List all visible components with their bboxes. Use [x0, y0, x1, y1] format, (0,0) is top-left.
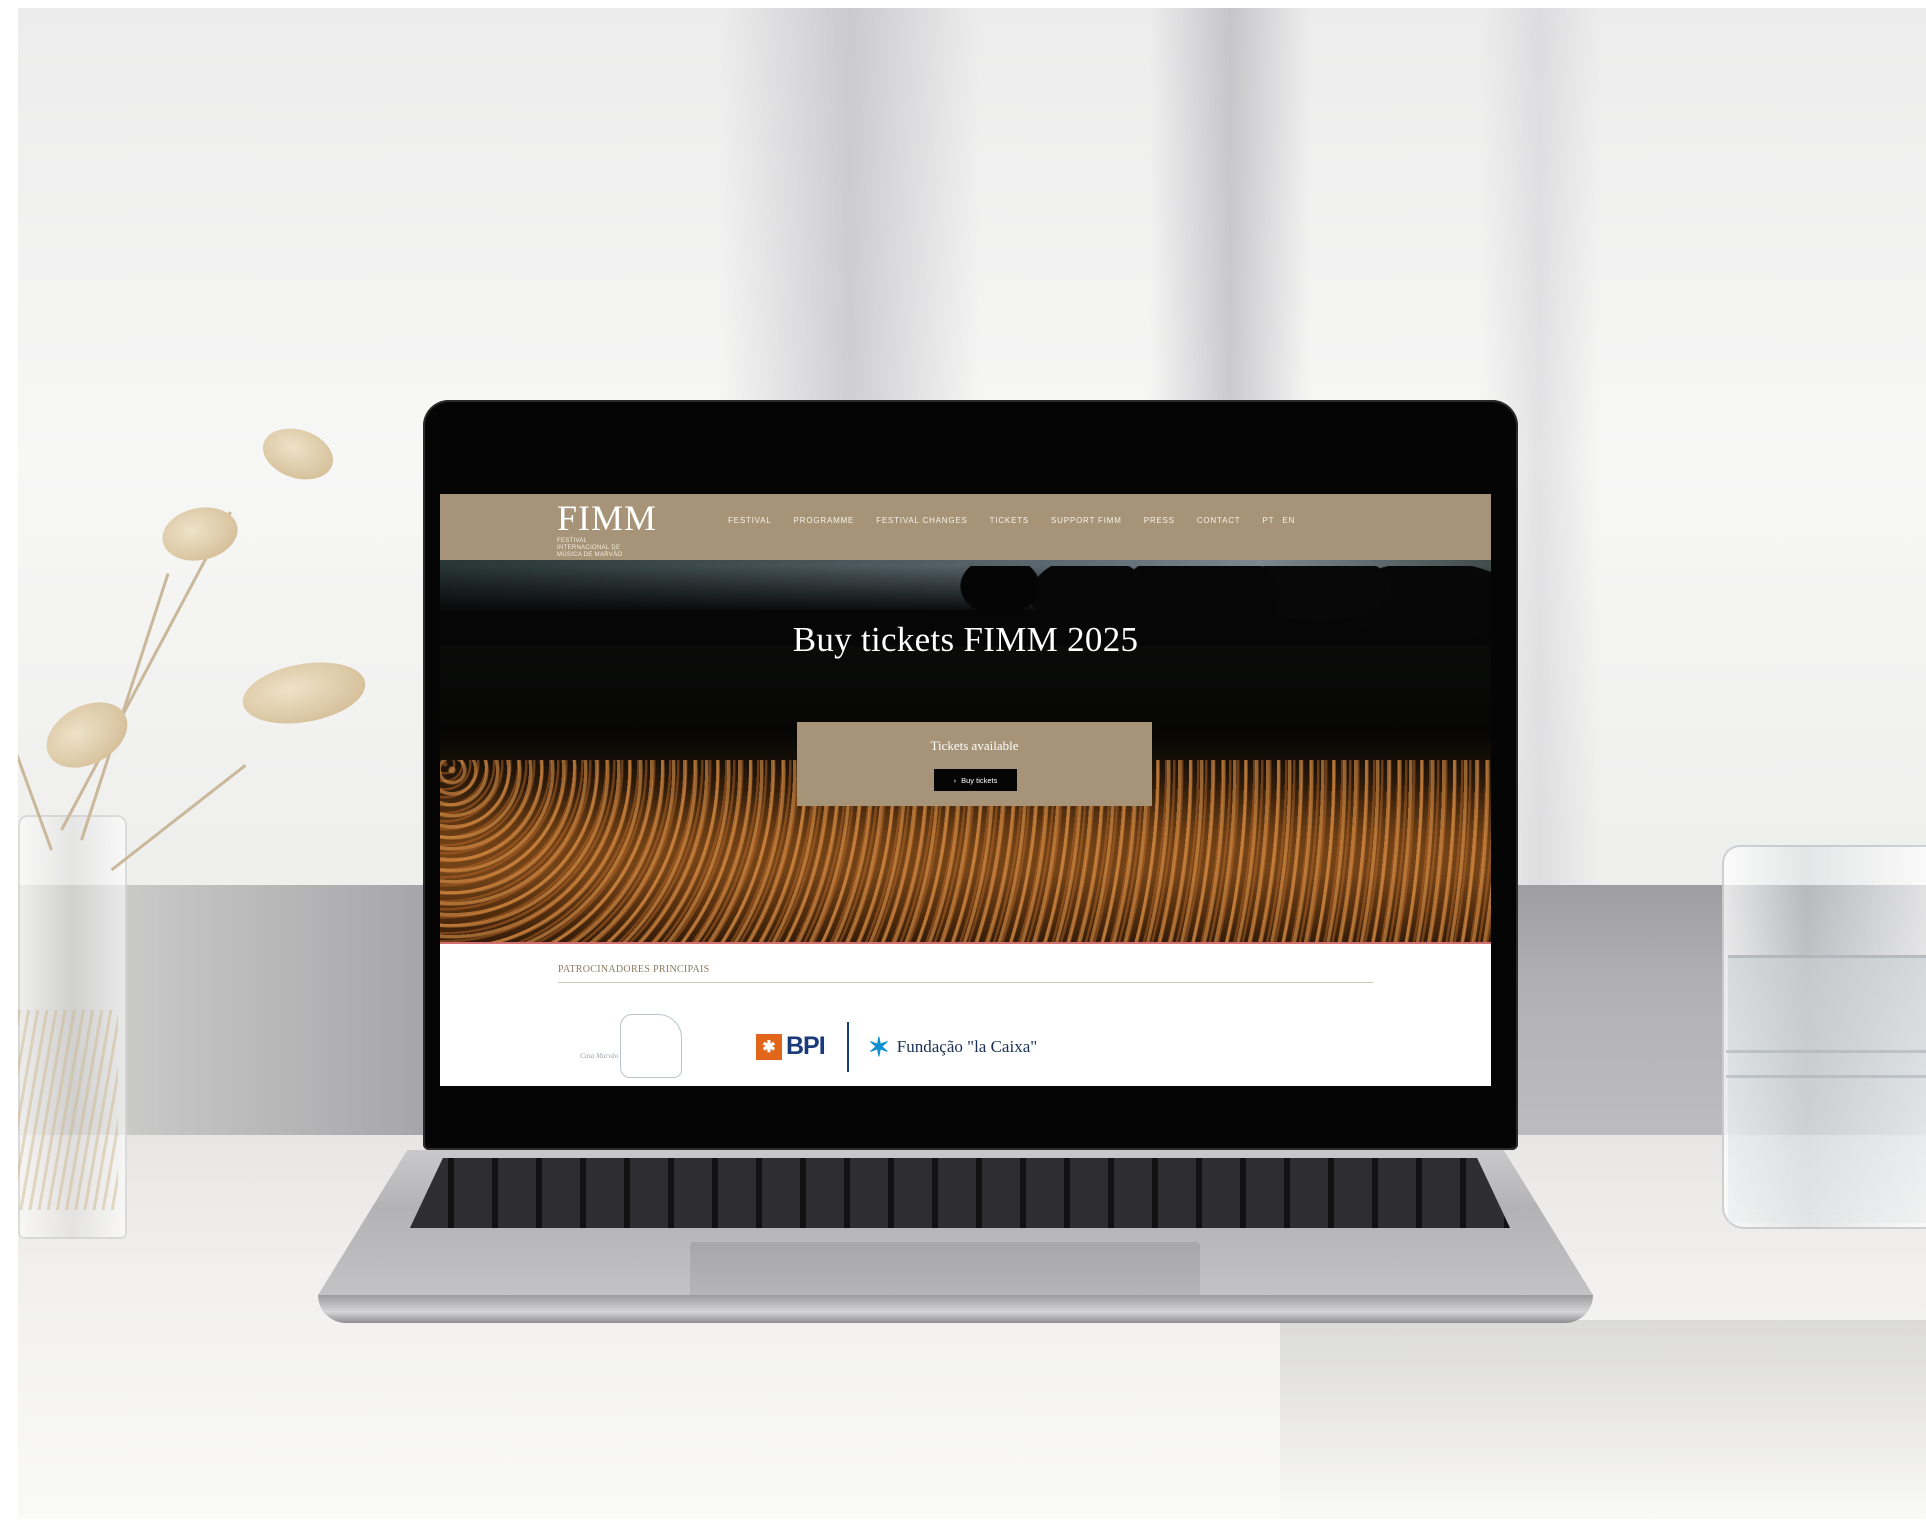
laptop-screen: FIMM FESTIVAL INTERNACIONAL DE MÚSICA DE… [440, 494, 1491, 1086]
buy-tickets-button[interactable]: › Buy tickets [934, 769, 1017, 791]
chevron-right-icon: › [953, 775, 957, 785]
nav-item-press[interactable]: PRESS [1144, 516, 1175, 525]
photo-border [0, 0, 18, 1529]
sponsor-logo-casa[interactable]: Casa Marvão [580, 1014, 710, 1082]
sponsors-divider [558, 982, 1373, 983]
bunny-tail-flower [157, 500, 243, 568]
la-caixa-wordmark: Fundação "la Caixa" [896, 1037, 1038, 1056]
buy-tickets-label: Buy tickets [961, 775, 998, 785]
hero-banner: Buy tickets FIMM 2025 Tickets available … [440, 560, 1491, 942]
flower-stem [110, 764, 247, 872]
bunny-tail-flower [237, 653, 371, 733]
desk-shadow [1280, 1320, 1926, 1520]
sponsor-logo-la-caixa[interactable]: ✶ Fundação "la Caixa" [868, 1034, 1037, 1060]
bunny-tail-flower [256, 420, 340, 488]
glass-ridge [1726, 1050, 1926, 1053]
nav-item-programme[interactable]: PROGRAMME [794, 516, 855, 525]
bunny-tail-flower [35, 689, 139, 781]
bpi-wordmark: BPI [786, 1032, 826, 1060]
photo-border [0, 0, 1926, 8]
site-header: FIMM FESTIVAL INTERNACIONAL DE MÚSICA DE… [440, 494, 1491, 560]
lang-en[interactable]: EN [1282, 516, 1295, 525]
main-menu: FESTIVAL PROGRAMME FESTIVAL CHANGES TICK… [728, 516, 1295, 525]
nav-item-support[interactable]: SUPPORT FIMM [1051, 516, 1122, 525]
sponsor-logo-bpi[interactable]: ✱ BPI [756, 1032, 826, 1061]
language-switcher: PT EN [1262, 516, 1295, 525]
ticket-panel: Tickets available › Buy tickets [797, 722, 1152, 806]
hero-bottom-edge [440, 942, 1491, 944]
laptop-keyboard [410, 1158, 1510, 1228]
bpi-star-icon: ✱ [756, 1033, 782, 1060]
nav-item-festival[interactable]: FESTIVAL [728, 516, 772, 525]
site-logo[interactable]: FIMM [557, 498, 657, 538]
site-logo-subtitle: FESTIVAL INTERNACIONAL DE MÚSICA DE MARV… [557, 538, 623, 558]
nav-item-tickets[interactable]: TICKETS [990, 516, 1029, 525]
glass-ridge [1726, 1075, 1926, 1078]
sponsor-house-icon [620, 1014, 682, 1078]
nav-item-festival-changes[interactable]: FESTIVAL CHANGES [876, 516, 967, 525]
dried-grass [18, 1010, 118, 1210]
sponsors-heading: PATROCINADORES PRINCIPAIS [558, 964, 710, 975]
photo-border [0, 1519, 1926, 1529]
lang-pt[interactable]: PT [1262, 516, 1274, 525]
water-in-glass [1728, 955, 1926, 1223]
sponsor-divider [847, 1022, 849, 1072]
flower-stem [60, 511, 232, 831]
laptop-front-edge [318, 1295, 1593, 1323]
sponsor-logo-text: Casa Marvão [580, 1052, 619, 1060]
nav-item-contact[interactable]: CONTACT [1197, 516, 1241, 525]
page-title: Buy tickets FIMM 2025 [792, 620, 1139, 659]
ticket-status: Tickets available [930, 738, 1019, 753]
la-caixa-star-icon: ✶ [868, 1032, 890, 1062]
